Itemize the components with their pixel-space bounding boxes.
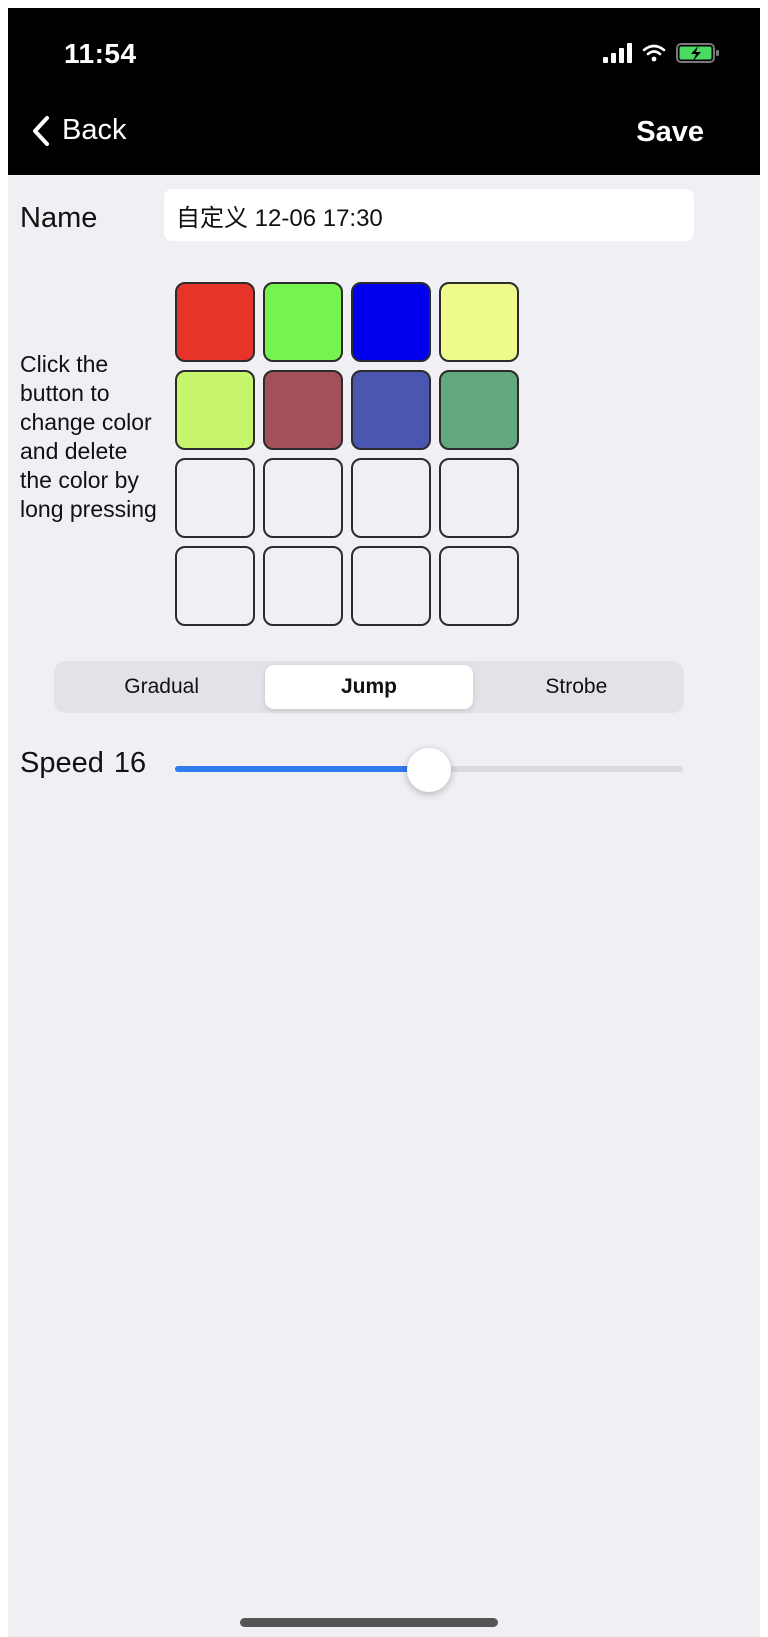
empty-color-slot[interactable] [351, 458, 431, 538]
home-indicator [240, 1618, 498, 1627]
color-grid [175, 282, 519, 626]
save-button[interactable]: Save [636, 116, 704, 149]
mode-option-strobe[interactable]: Strobe [473, 665, 680, 709]
empty-color-slot[interactable] [263, 458, 343, 538]
empty-color-slot[interactable] [351, 546, 431, 626]
name-label: Name [20, 202, 98, 234]
header: 11:54 Back Save [8, 8, 760, 175]
mode-segmented-control: Gradual Jump Strobe [54, 661, 684, 713]
chevron-left-icon [33, 115, 49, 146]
color-swatch-button[interactable] [175, 370, 255, 450]
speed-slider[interactable] [175, 748, 683, 792]
screen: 11:54 Back Save Name 自定义 12-06 17:30 Cli… [0, 0, 768, 1637]
battery-charging-icon [676, 43, 719, 63]
color-swatch-button[interactable] [351, 282, 431, 362]
speed-label: Speed 16 [20, 747, 146, 780]
mode-option-gradual[interactable]: Gradual [58, 665, 265, 709]
empty-color-slot[interactable] [263, 546, 343, 626]
color-swatch-button[interactable] [439, 370, 519, 450]
app-screen: 11:54 Back Save Name 自定义 12-06 17:30 Cli… [8, 8, 760, 1637]
status-icons [603, 42, 720, 64]
empty-color-slot[interactable] [175, 546, 255, 626]
instruction-text: Click the button to change color and del… [20, 351, 157, 522]
back-label: Back [62, 114, 127, 146]
speed-value: 16 [113, 747, 147, 779]
empty-color-slot[interactable] [175, 458, 255, 538]
color-swatch-button[interactable] [351, 370, 431, 450]
empty-color-slot[interactable] [439, 546, 519, 626]
slider-thumb[interactable] [407, 748, 451, 792]
color-swatch-button[interactable] [263, 370, 343, 450]
empty-color-slot[interactable] [439, 458, 519, 538]
speed-label-text: Speed [20, 747, 104, 779]
back-button[interactable]: Back [32, 114, 126, 147]
wifi-icon [642, 44, 666, 62]
color-swatch-button[interactable] [439, 282, 519, 362]
slider-fill [175, 766, 429, 772]
color-swatch-button[interactable] [263, 282, 343, 362]
cellular-signal-icon [603, 43, 632, 63]
status-time: 11:54 [64, 38, 137, 69]
name-input[interactable] [164, 189, 694, 241]
mode-option-jump[interactable]: Jump [265, 665, 473, 709]
color-swatch-button[interactable] [175, 282, 255, 362]
